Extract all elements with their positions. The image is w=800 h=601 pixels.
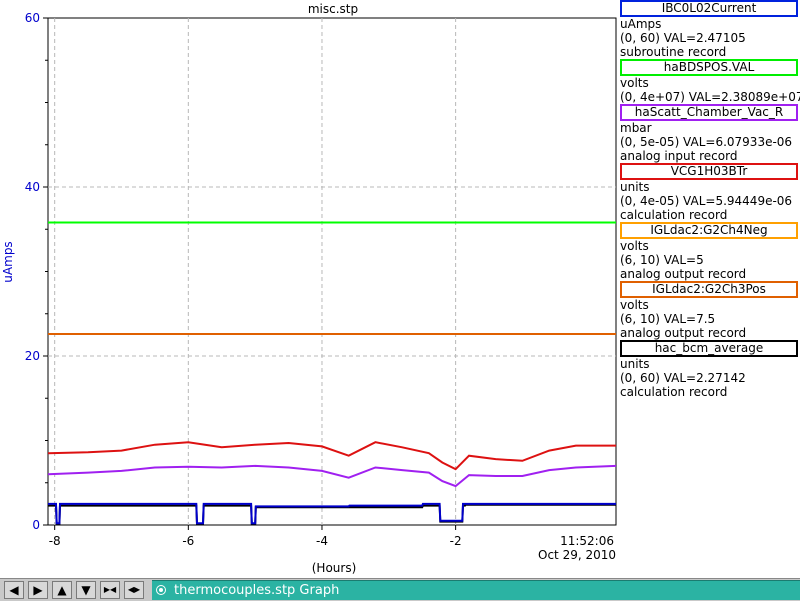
legend-entry-units: uAmps <box>620 17 662 31</box>
legend-entry-name[interactable]: IBC0L02Current <box>620 0 798 17</box>
chart-plot: -8 -6 -4 -2 0 20 40 60 misc.stp uAmps (Hours) 1… <box>1 2 617 575</box>
legend-entry-record: calculation record <box>620 385 728 399</box>
y-tick-label: 60 <box>25 11 40 25</box>
time-label: 11:52:06 <box>560 534 614 548</box>
scroll-down-button[interactable]: ▼ <box>76 581 96 599</box>
legend-entry-name[interactable]: haBDSPOS.VAL <box>620 59 798 76</box>
legend-entry-record: analog output record <box>620 267 747 281</box>
x-tick-label: -4 <box>316 534 328 548</box>
y-tick-label: 40 <box>25 180 40 194</box>
tab-graph[interactable]: thermocouples.stp Graph <box>152 580 800 600</box>
zoom-out-button[interactable]: ◀▶ <box>124 581 144 599</box>
legend-entry-name[interactable]: hac_bcm_average <box>620 340 798 357</box>
legend-entry-units: volts <box>620 76 649 90</box>
legend-entry-range: (6, 10) VAL=5 <box>620 253 704 267</box>
legend-entry: haScatt_Chamber_Vac_R mbar (0, 5e-05) VAL=… <box>620 104 800 163</box>
legend-entry-units: volts <box>620 298 649 312</box>
legend-entry-name[interactable]: IGLdac2:G2Ch4Neg <box>620 222 798 239</box>
date-label: Oct 29, 2010 <box>538 548 616 562</box>
legend-entry: haBDSPOS.VAL volts (0, 4e+07) VAL=2.38089e… <box>620 59 800 104</box>
chart-title: misc.stp <box>308 2 358 16</box>
legend-entry-range: (6, 10) VAL=7.5 <box>620 312 716 326</box>
legend-entry-range: (0, 5e-05) VAL=6.07933e-06 <box>620 135 793 149</box>
y-tick-label: 20 <box>25 349 40 363</box>
legend-entry: VCG1H03BTr units (0, 4e-05) VAL=5.94449e-0… <box>620 163 800 222</box>
legend-entry-name[interactable]: VCG1H03BTr <box>620 163 798 180</box>
x-tick-label: -8 <box>49 534 61 548</box>
legend-entry-record: analog input record <box>620 149 738 163</box>
legend-entry: IBC0L02Current uAmps (0, 60) VAL=2.47105 su… <box>620 0 800 59</box>
legend-entry-range: (0, 60) VAL=2.27142 <box>620 371 746 385</box>
scroll-left-button[interactable]: ◀ <box>4 581 24 599</box>
legend-entry-range: (0, 60) VAL=2.47105 <box>620 31 746 45</box>
y-tick-label: 0 <box>32 518 40 532</box>
legend-entry: IGLdac2:G2Ch3Pos volts (6, 10) VAL=7.5 anal… <box>620 281 800 340</box>
legend-entry: hac_bcm_average units (0, 60) VAL=2.27142 c… <box>620 340 800 399</box>
y-axis-label: uAmps <box>1 241 15 282</box>
zoom-in-button[interactable]: ▶◀ <box>100 581 120 599</box>
scroll-right-button[interactable]: ▶ <box>28 581 48 599</box>
legend-entry-record: subroutine record <box>620 45 727 59</box>
legend-entry: IGLdac2:G2Ch4Neg volts (6, 10) VAL=5 analog… <box>620 222 800 281</box>
legend-entry-record: analog output record <box>620 326 747 340</box>
x-axis-label: (Hours) <box>312 561 357 575</box>
legend-entry-name[interactable]: haScatt_Chamber_Vac_R <box>620 104 798 121</box>
x-tick-label: -2 <box>450 534 462 548</box>
legend-entry-units: volts <box>620 239 649 253</box>
legend-entry-units: units <box>620 357 650 371</box>
tab-label: thermocouples.stp Graph <box>174 583 340 598</box>
graph-tab-icon <box>156 585 166 595</box>
legend-entry-units: mbar <box>620 121 652 135</box>
legend-entry-range: (0, 4e+07) VAL=2.38089e+07 <box>620 90 800 104</box>
legend: IBC0L02Current uAmps (0, 60) VAL=2.47105 su… <box>620 0 800 399</box>
legend-entry-units: units <box>620 180 650 194</box>
x-tick-label: -6 <box>182 534 194 548</box>
legend-entry-name[interactable]: IGLdac2:G2Ch3Pos <box>620 281 798 298</box>
bottom-toolbar: ◀ ▶ ▲ ▼ ▶◀ ◀▶ thermocouples.stp Graph <box>0 578 800 601</box>
scroll-up-button[interactable]: ▲ <box>52 581 72 599</box>
legend-entry-range: (0, 4e-05) VAL=5.94449e-06 <box>620 194 793 208</box>
legend-entry-record: calculation record <box>620 208 728 222</box>
